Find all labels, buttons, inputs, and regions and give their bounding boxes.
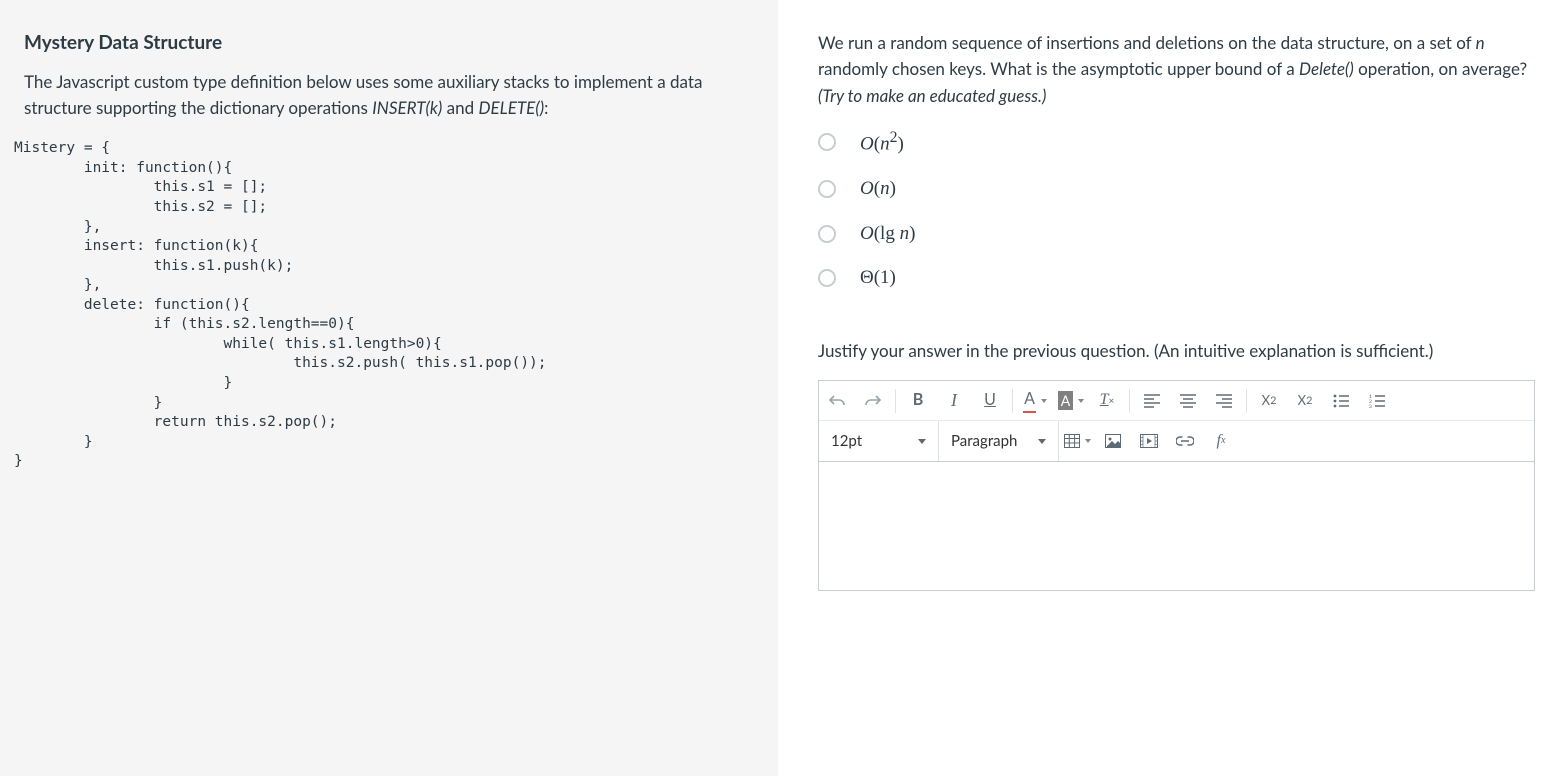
op-insert: INSERT(k) — [372, 97, 442, 118]
toolbar-separator — [1246, 389, 1247, 413]
text-color-button[interactable]: A — [1017, 381, 1053, 421]
superscript-button[interactable]: X2 — [1251, 381, 1287, 421]
align-center-button[interactable] — [1170, 381, 1206, 421]
align-left-button[interactable] — [1134, 381, 1170, 421]
rich-text-editor: B I U A A T× — [818, 380, 1535, 591]
background-color-button[interactable]: A — [1053, 381, 1089, 421]
block-format-value: Paragraph — [951, 431, 1017, 452]
option-label: O(n) — [860, 176, 896, 203]
editor-body[interactable] — [818, 461, 1535, 591]
block-format-select[interactable]: Paragraph — [939, 421, 1059, 461]
numbered-list-button[interactable]: 123 — [1359, 381, 1395, 421]
toolbar-row-1: B I U A A T× — [819, 381, 1534, 421]
font-size-value: 12pt — [831, 431, 862, 452]
redo-button[interactable] — [855, 381, 891, 421]
table-button[interactable] — [1059, 421, 1095, 461]
radio-icon — [818, 180, 836, 198]
bullet-list-button[interactable] — [1323, 381, 1359, 421]
insert-image-button[interactable] — [1095, 421, 1131, 461]
problem-panel: Mystery Data Structure The Javascript cu… — [0, 0, 778, 776]
toolbar-separator — [895, 389, 896, 413]
problem-title: Mystery Data Structure — [24, 30, 750, 57]
code-block: Mistery = { init: function(){ this.s1 = … — [14, 139, 750, 472]
question-text: We run a random sequence of insertions a… — [818, 30, 1535, 109]
radio-icon — [818, 133, 836, 151]
question-multiple-choice: We run a random sequence of insertions a… — [818, 30, 1535, 298]
intro-text: The Javascript custom type definition be… — [24, 71, 702, 118]
editor-toolbar: B I U A A T× — [818, 380, 1535, 461]
radio-icon — [818, 269, 836, 287]
radio-icon — [818, 225, 836, 243]
insert-link-button[interactable] — [1167, 421, 1203, 461]
options-list: O(n2) O(n) O(lg n) Θ(1) — [818, 121, 1535, 298]
option-o-n-squared[interactable]: O(n2) — [818, 121, 1535, 164]
question-text: Justify your answer in the previous ques… — [818, 338, 1535, 364]
chevron-down-icon — [1038, 439, 1046, 444]
problem-intro: The Javascript custom type definition be… — [24, 69, 750, 122]
underline-button[interactable]: U — [972, 381, 1008, 421]
undo-button[interactable] — [819, 381, 855, 421]
svg-text:3: 3 — [1369, 404, 1372, 408]
option-o-log-n[interactable]: O(lg n) — [818, 215, 1535, 254]
option-label: Θ(1) — [860, 265, 896, 292]
toolbar-row-2: 12pt Paragraph — [819, 421, 1534, 461]
option-o-n[interactable]: O(n) — [818, 170, 1535, 209]
op-delete: DELETE() — [479, 97, 545, 118]
option-label: O(n2) — [860, 127, 904, 158]
clear-formatting-button[interactable]: T× — [1089, 381, 1125, 421]
equation-button[interactable]: fx — [1203, 421, 1239, 461]
bold-button[interactable]: B — [900, 381, 936, 421]
toolbar-separator — [1129, 389, 1130, 413]
option-theta-1[interactable]: Θ(1) — [818, 259, 1535, 298]
toolbar-separator — [1012, 389, 1013, 413]
subscript-button[interactable]: X2 — [1287, 381, 1323, 421]
option-label: O(lg n) — [860, 221, 915, 248]
align-right-button[interactable] — [1206, 381, 1242, 421]
italic-button[interactable]: I — [936, 381, 972, 421]
insert-media-button[interactable] — [1131, 421, 1167, 461]
chevron-down-icon — [918, 439, 926, 444]
font-size-select[interactable]: 12pt — [819, 421, 939, 461]
answer-panel: We run a random sequence of insertions a… — [778, 0, 1567, 776]
question-essay: Justify your answer in the previous ques… — [818, 338, 1535, 591]
